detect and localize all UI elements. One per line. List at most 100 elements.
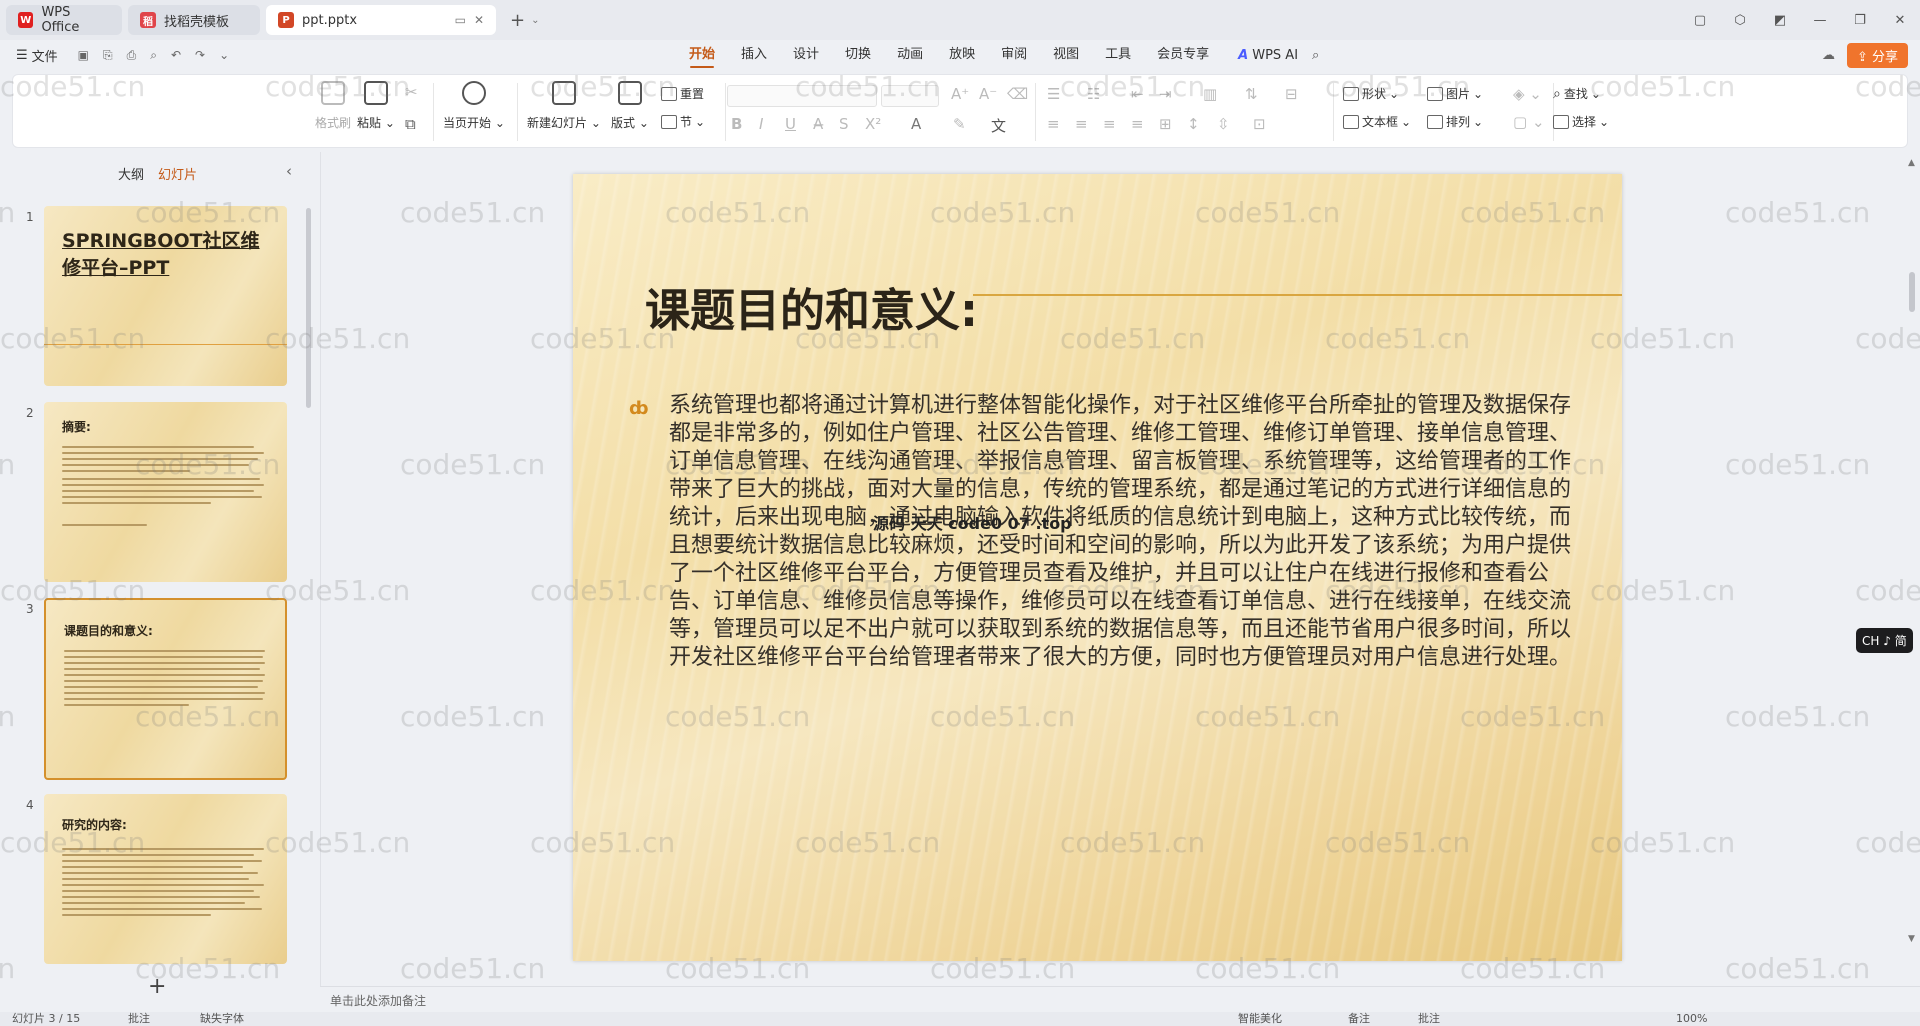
chevron-down-icon[interactable]: ⌄ [531,15,539,26]
search-icon[interactable]: ⌕ [1312,48,1319,63]
redo-icon[interactable]: ↷ [195,48,205,63]
menu-member[interactable]: 会员专享 [1144,40,1222,70]
column-icon[interactable]: ▥ [1203,85,1217,103]
notes-toggle-button[interactable]: 备注 [1348,1012,1370,1026]
underline-icon[interactable]: U [785,115,796,133]
shadow-icon[interactable]: S [839,115,849,133]
print-preview-icon[interactable]: ⌕ [150,48,157,63]
line-spacing-icon[interactable]: ↕ [1187,115,1200,133]
save-icon[interactable]: ▣ [78,48,89,63]
wps-ai-button[interactable]: A WPS AI [1238,48,1298,63]
print-icon[interactable]: ⎙ [127,48,137,63]
slide-thumbnail-3[interactable]: 课题目的和意义: [44,598,287,780]
increase-font-icon[interactable]: A⁺ [951,85,969,103]
scroll-up-icon[interactable]: ▲ [1908,158,1915,168]
reset-button[interactable]: 重置 [661,85,704,102]
copy-icon[interactable]: ⧉ [405,115,416,133]
missing-font-status[interactable]: 缺失字体 [200,1012,244,1026]
notes-pane[interactable]: 单击此处添加备注 [320,986,1920,1012]
align-right-icon[interactable]: ≡ [1103,115,1116,133]
menu-insert[interactable]: 插入 [728,40,780,70]
menu-home[interactable]: 开始 [676,40,728,70]
menu-design[interactable]: 设计 [780,40,832,70]
zoom-level[interactable]: 100% [1676,1012,1707,1026]
close-tab-icon[interactable]: ✕ [474,13,484,27]
menu-slideshow[interactable]: 放映 [936,40,988,70]
slide-thumbnail-1[interactable]: SPRINGBOOT社区维修平台–PPT [44,206,287,386]
more-icon[interactable]: ⌄ [219,48,229,63]
slide-thumbnail-4[interactable]: 研究的内容: [44,794,287,964]
export-icon[interactable]: ⎘ [103,48,113,63]
layout-button[interactable]: 版式 ⌄ [611,81,649,131]
align-center-icon[interactable]: ≡ [1075,115,1088,133]
justify-icon[interactable]: ≡ [1131,115,1144,133]
highlight-icon[interactable]: ✎ [953,115,966,133]
scroll-down-icon[interactable]: ▼ [1908,934,1915,944]
find-button[interactable]: ⌕ 查找 ⌄ [1553,85,1601,102]
select-button[interactable]: 选择 ⌄ [1553,113,1609,130]
cut-icon[interactable]: ✂ [405,83,418,101]
char-spacing-icon[interactable]: 文 [991,115,1006,136]
decrease-indent-icon[interactable]: ⇤ [1131,85,1144,103]
user-avatar-icon[interactable]: ◩ [1760,13,1800,28]
share-button[interactable]: ⇪ 分享 [1846,42,1908,68]
outline-color-icon[interactable]: ▢ ⌄ [1513,113,1545,131]
restore-icon[interactable]: ❐ [1840,13,1880,28]
font-family-select[interactable] [727,85,877,107]
slide-title[interactable]: 课题目的和意义: [645,274,978,339]
tab-ppt-file[interactable]: P ppt.pptx ▭ ✕ [266,5,496,35]
paragraph-spacing-icon[interactable]: ⇳ [1217,115,1230,133]
shape-button[interactable]: 形状 ⌄ [1343,85,1399,102]
ime-indicator[interactable]: CH ♪ 简 [1856,628,1913,653]
add-slide-icon[interactable]: + [148,974,166,999]
comments-toggle-button[interactable]: 批注 [1418,1012,1440,1026]
collapse-panel-icon[interactable]: ‹ [286,162,292,180]
window-layout-icon[interactable]: ▢ [1680,13,1720,28]
cloud-upload-icon[interactable]: ☁ [1822,48,1835,63]
tab-wps-office[interactable]: W WPS Office [6,5,122,35]
bullets-icon[interactable]: ☰ [1047,85,1060,103]
clear-format-icon[interactable]: ⌫ [1007,85,1028,103]
bold-icon[interactable]: B [731,115,742,133]
undo-icon[interactable]: ↶ [171,48,181,63]
comments-status[interactable]: 批注 [128,1012,150,1026]
tab-outline[interactable]: 大纲 [118,164,144,183]
align-left-icon[interactable]: ≡ [1047,115,1060,133]
font-size-select[interactable] [881,85,939,107]
menu-review[interactable]: 审阅 [988,40,1040,70]
italic-icon[interactable]: I [759,115,763,133]
text-direction-icon[interactable]: ⇅ [1245,85,1258,103]
slide-thumbnail-2[interactable]: 摘要: [44,402,287,582]
menu-view[interactable]: 视图 [1040,40,1092,70]
slide-body-text[interactable]: 系统管理也都将通过计算机进行整体智能化操作，对于社区维修平台所牵扯的管理及数据保… [669,392,1589,672]
align-text-icon[interactable]: ⊟ [1285,85,1298,103]
strikethrough-icon[interactable]: A̶ [813,115,823,133]
tab-docer-templates[interactable]: 稻 找稻壳模板 [128,5,260,35]
menu-animations[interactable]: 动画 [884,40,936,70]
thumbnail-scrollbar[interactable] [306,208,311,408]
font-color-icon[interactable]: A [911,115,921,133]
increase-indent-icon[interactable]: ⇥ [1159,85,1172,103]
smart-graphic-icon[interactable]: ⊡ [1253,115,1266,133]
new-tab-icon[interactable]: + [510,10,525,31]
decrease-font-icon[interactable]: A⁻ [979,85,997,103]
menu-transitions[interactable]: 切换 [832,40,884,70]
fill-color-icon[interactable]: ◈ ⌄ [1513,85,1542,103]
smart-beautify-button[interactable]: 智能美化 [1238,1012,1282,1026]
format-painter-button[interactable]: 格式刷 [315,81,351,131]
superscript-icon[interactable]: X² [865,115,881,133]
section-button[interactable]: 节 ⌄ [661,113,705,130]
picture-button[interactable]: 图片 ⌄ [1427,85,1483,102]
textbox-button[interactable]: 文本框 ⌄ [1343,113,1411,130]
distribute-icon[interactable]: ⊞ [1159,115,1172,133]
scrollbar-thumb[interactable] [1909,272,1915,312]
play-from-current-button[interactable]: 当页开始 ⌄ [443,81,505,131]
tab-window-icon[interactable]: ▭ [455,13,466,27]
current-slide[interactable]: 课题目的和意义: ȸ 系统管理也都将通过计算机进行整体智能化操作，对于社区维修平… [573,174,1622,961]
new-slide-button[interactable]: 新建幻灯片 ⌄ [527,81,601,131]
tab-slides[interactable]: 幻灯片 [158,164,197,183]
paste-button[interactable]: 粘贴 ⌄ [357,81,395,131]
close-window-icon[interactable]: ✕ [1880,13,1920,28]
vertical-scrollbar[interactable]: ▲ ▼ [1908,158,1916,978]
file-menu[interactable]: ☰ 文件 [16,46,58,65]
